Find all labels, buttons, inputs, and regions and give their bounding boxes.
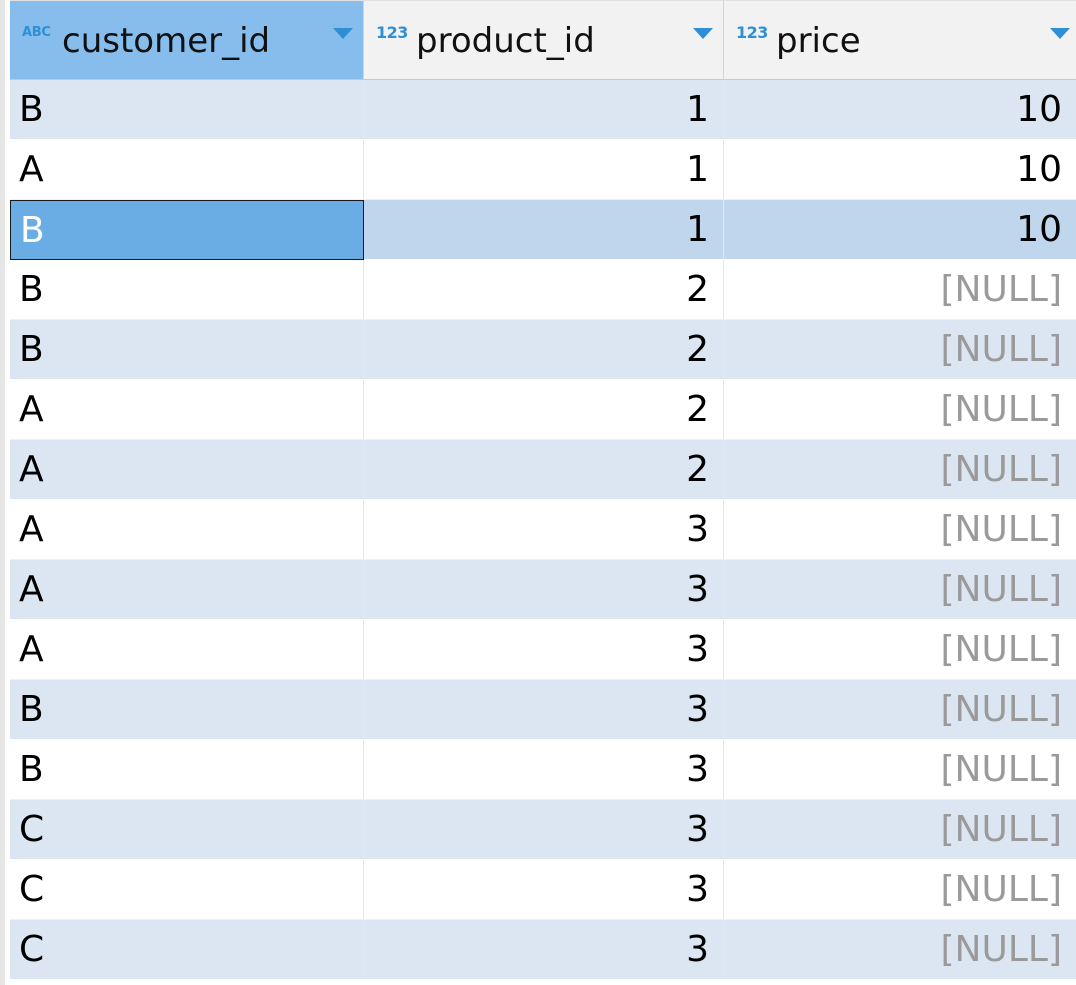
cell-customer-id[interactable]: C [10, 860, 364, 920]
table-row[interactable]: A 2 [NULL] [10, 380, 1076, 440]
cell-customer-id[interactable]: A [10, 560, 364, 620]
table-row[interactable]: B 3 [NULL] [10, 680, 1076, 740]
table-row[interactable]: C 3 [NULL] [10, 860, 1076, 920]
cell-price[interactable]: 10 [724, 140, 1076, 200]
table-row[interactable]: A 3 [NULL] [10, 500, 1076, 560]
cell-customer-id[interactable]: C [10, 920, 364, 980]
cell-product-id[interactable]: 3 [364, 680, 724, 740]
cell-price[interactable]: [NULL] [724, 680, 1076, 740]
table-row[interactable]: C 3 [NULL] [10, 920, 1076, 980]
cell-price[interactable]: [NULL] [724, 500, 1076, 560]
cell-product-id[interactable]: 3 [364, 800, 724, 860]
cell-customer-id[interactable]: A [10, 140, 364, 200]
numeric-type-icon: 123 [376, 23, 408, 42]
cell-customer-id[interactable]: C [10, 800, 364, 860]
table-row[interactable]: B 1 10 [10, 80, 1076, 140]
table-row[interactable]: A 3 [NULL] [10, 620, 1076, 680]
cell-product-id[interactable]: 2 [364, 320, 724, 380]
column-header-price[interactable]: 123 price [724, 0, 1076, 80]
column-header-label: price [776, 21, 861, 61]
column-header-label: product_id [416, 21, 595, 61]
cell-product-id[interactable]: 1 [364, 200, 724, 260]
cell-customer-id[interactable]: B [10, 80, 364, 140]
cell-price[interactable]: 10 [724, 200, 1076, 260]
cell-product-id[interactable]: 3 [364, 860, 724, 920]
cell-price[interactable]: [NULL] [724, 740, 1076, 800]
text-type-icon: ABC [22, 25, 51, 40]
table-row[interactable]: B 2 [NULL] [10, 320, 1076, 380]
cell-price[interactable]: 10 [724, 80, 1076, 140]
column-header-row: ABC customer_id 123 product_id 123 price [10, 0, 1076, 80]
cell-price[interactable]: [NULL] [724, 260, 1076, 320]
cell-product-id[interactable]: 3 [364, 560, 724, 620]
numeric-type-icon: 123 [736, 23, 768, 42]
cell-product-id[interactable]: 2 [364, 380, 724, 440]
column-header-product-id[interactable]: 123 product_id [364, 0, 724, 80]
sort-dropdown-icon[interactable] [333, 28, 353, 39]
cell-customer-id[interactable]: B [10, 680, 364, 740]
column-header-label: customer_id [62, 21, 271, 61]
cell-customer-id[interactable]: A [10, 440, 364, 500]
cell-product-id[interactable]: 2 [364, 440, 724, 500]
cell-price[interactable]: [NULL] [724, 920, 1076, 980]
results-grid: ABC customer_id 123 product_id 123 price… [0, 0, 1076, 985]
cell-customer-id[interactable]: B [10, 200, 364, 260]
table-row[interactable]: A 3 [NULL] [10, 560, 1076, 620]
cell-customer-id[interactable]: A [10, 620, 364, 680]
cell-price[interactable]: [NULL] [724, 860, 1076, 920]
cell-product-id[interactable]: 3 [364, 500, 724, 560]
cell-product-id[interactable]: 3 [364, 920, 724, 980]
cell-price[interactable]: [NULL] [724, 800, 1076, 860]
table-row[interactable]: B 3 [NULL] [10, 740, 1076, 800]
table-row[interactable]: A 2 [NULL] [10, 440, 1076, 500]
cell-price[interactable]: [NULL] [724, 380, 1076, 440]
column-header-customer-id[interactable]: ABC customer_id [10, 0, 364, 80]
cell-customer-id[interactable]: A [10, 380, 364, 440]
cell-price[interactable]: [NULL] [724, 560, 1076, 620]
cell-product-id[interactable]: 3 [364, 620, 724, 680]
table-row[interactable]: B 1 10 [10, 200, 1076, 260]
cell-price[interactable]: [NULL] [724, 320, 1076, 380]
cell-customer-id[interactable]: B [10, 320, 364, 380]
sort-dropdown-icon[interactable] [1050, 28, 1070, 39]
cell-product-id[interactable]: 3 [364, 740, 724, 800]
cell-product-id[interactable]: 1 [364, 80, 724, 140]
table-row[interactable]: C 3 [NULL] [10, 800, 1076, 860]
table-row[interactable]: B 2 [NULL] [10, 260, 1076, 320]
cell-product-id[interactable]: 1 [364, 140, 724, 200]
table-row[interactable]: A 1 10 [10, 140, 1076, 200]
cell-customer-id[interactable]: B [10, 740, 364, 800]
cell-customer-id[interactable]: B [10, 260, 364, 320]
sort-dropdown-icon[interactable] [693, 28, 713, 39]
cell-price[interactable]: [NULL] [724, 620, 1076, 680]
cell-customer-id[interactable]: A [10, 500, 364, 560]
cell-product-id[interactable]: 2 [364, 260, 724, 320]
cell-price[interactable]: [NULL] [724, 440, 1076, 500]
